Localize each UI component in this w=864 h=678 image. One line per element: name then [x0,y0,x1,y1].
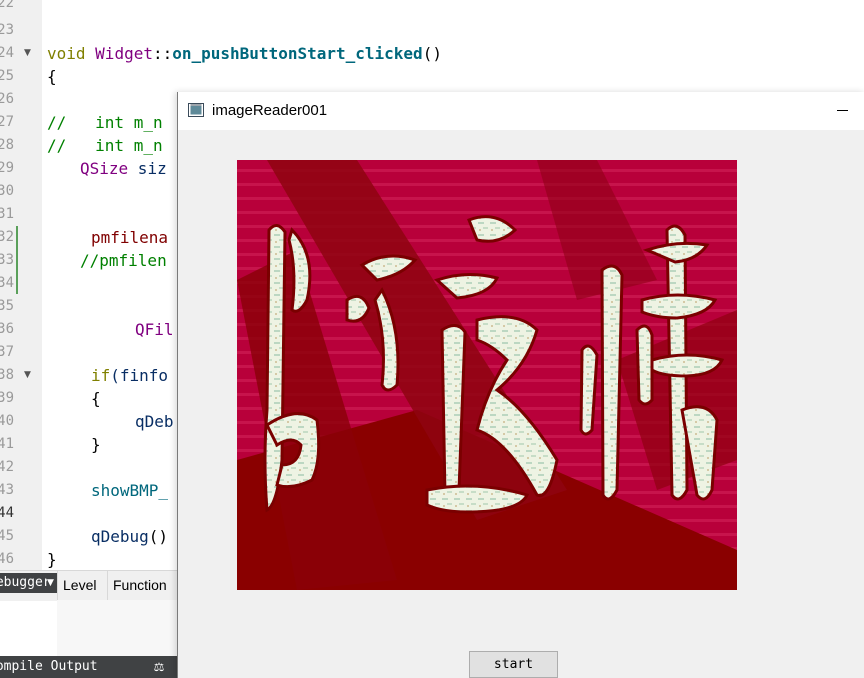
code-line: } [47,550,57,569]
column-header-function[interactable]: Function [107,570,177,600]
line-number: 39 [0,390,14,406]
line-number: 45 [0,528,14,544]
line-number: 31 [0,206,14,222]
change-marker [16,226,18,294]
code-line: // int m_n [47,136,163,155]
fold-arrow-icon[interactable]: ▼ [24,370,34,380]
calligraphy-image [237,160,737,590]
line-number: 24 [0,45,14,61]
line-number: 33 [0,252,14,268]
minimize-button[interactable] [819,92,864,130]
app-window: imageReader001 start [177,92,864,678]
code-line: //pmfilen [80,251,167,270]
code-line: { [91,389,101,408]
line-number: 37 [0,344,14,360]
image-display [237,160,737,590]
code-line: pmfilena [91,228,169,247]
code-line: QFil [135,320,174,339]
code-line: qDeb [135,412,174,431]
window-title: imageReader001 [212,102,328,119]
minimize-icon [837,110,848,111]
line-number: 43 [0,482,14,498]
line-number: 23 [0,22,14,38]
code-line: if(finfo [91,366,169,385]
tab-compile-output[interactable]: Compile Output [0,656,140,678]
output-pane-body [57,600,177,656]
code-line: showBMP_ [91,481,169,500]
app-icon [188,103,204,117]
line-number: 40 [0,413,14,429]
line-number: 29 [0,160,14,176]
line-number: 22 [0,0,14,11]
line-number-current: 44 [0,505,14,521]
chevron-down-icon[interactable]: ▼ [47,573,57,593]
line-number: 36 [0,321,14,337]
line-number: 35 [0,298,14,314]
line-number: 38 [0,367,14,383]
code-line: qDebug() [91,527,169,546]
window-client-area: start [178,130,864,678]
line-number: 25 [0,68,14,84]
window-titlebar[interactable]: imageReader001 [178,92,864,130]
line-number: 26 [0,91,14,107]
column-header-level[interactable]: Level [57,570,107,600]
line-number: 41 [0,436,14,452]
line-number: 28 [0,137,14,153]
line-number: 30 [0,183,14,199]
code-line: void Widget::on_pushButtonStart_clicked(… [47,44,442,63]
filter-icon[interactable]: ⚖ [150,658,168,676]
code-line: QSize siz [80,159,167,178]
line-number: 27 [0,114,14,130]
code-line: { [47,67,57,86]
line-number: 32 [0,229,14,245]
start-button[interactable]: start [469,651,558,678]
line-number: 46 [0,551,14,567]
code-line: // int m_n [47,113,163,132]
line-number: 42 [0,459,14,475]
line-number-gutter: 22 23 24 25 26 27 28 29 30 31 32 33 34 3… [0,0,42,570]
code-line: } [91,435,101,454]
line-number: 34 [0,275,14,291]
fold-arrow-icon[interactable]: ▼ [24,48,34,58]
